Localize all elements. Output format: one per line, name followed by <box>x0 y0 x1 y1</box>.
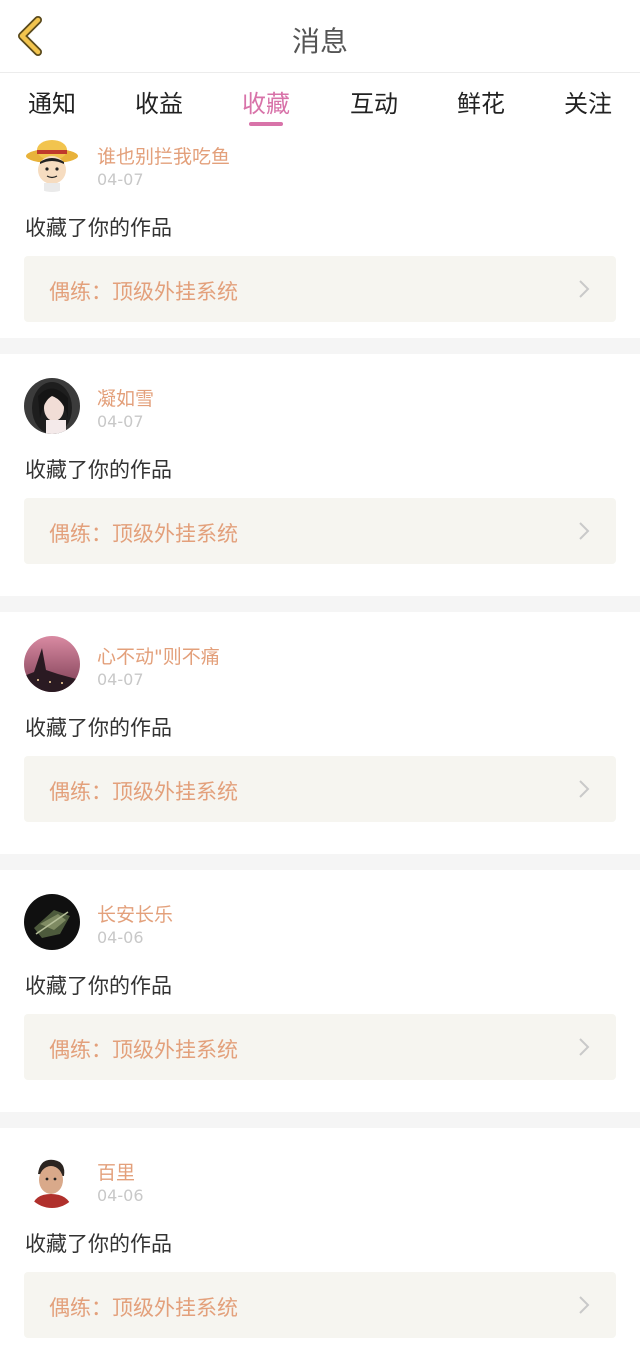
avatar[interactable] <box>24 894 80 950</box>
work-link[interactable]: 偶练：顶级外挂系统 <box>24 756 616 822</box>
tab-interactions[interactable]: 互动 <box>334 84 414 119</box>
tab-notifications[interactable]: 通知 <box>12 84 92 119</box>
timestamp: 04-06 <box>97 928 144 947</box>
username[interactable]: 心不动"则不痛 <box>97 642 220 669</box>
timestamp: 04-07 <box>97 170 144 189</box>
chevron-right-icon <box>579 1296 590 1314</box>
username[interactable]: 凝如雪 <box>97 384 154 411</box>
tab-following[interactable]: 关注 <box>548 84 628 119</box>
work-title: 偶练：顶级外挂系统 <box>49 1038 238 1062</box>
action-text: 收藏了你的作品 <box>25 216 172 240</box>
list-item: 百里 04-06 收藏了你的作品 偶练：顶级外挂系统 <box>0 1128 640 1370</box>
action-text: 收藏了你的作品 <box>25 458 172 482</box>
chevron-right-icon <box>579 522 590 540</box>
timestamp: 04-07 <box>97 670 144 689</box>
action-text: 收藏了你的作品 <box>25 974 172 998</box>
username[interactable]: 长安长乐 <box>97 900 173 927</box>
avatar[interactable] <box>24 636 80 692</box>
work-title: 偶练：顶级外挂系统 <box>49 280 238 304</box>
message-list: 谁也别拦我吃鱼 04-07 收藏了你的作品 偶练：顶级外挂系统 凝如雪 04-0… <box>0 130 640 1370</box>
tab-bar: 通知 收益 收藏 互动 鲜花 关注 <box>0 74 640 130</box>
work-link[interactable]: 偶练：顶级外挂系统 <box>24 498 616 564</box>
divider <box>0 596 640 612</box>
active-tab-indicator <box>249 122 283 126</box>
work-title: 偶练：顶级外挂系统 <box>49 1296 238 1320</box>
work-title: 偶练：顶级外挂系统 <box>49 780 238 804</box>
tab-flowers[interactable]: 鲜花 <box>441 84 521 119</box>
username[interactable]: 百里 <box>97 1158 135 1185</box>
top-bar: 消息 <box>0 0 640 73</box>
avatar[interactable] <box>24 1152 80 1208</box>
page-title: 消息 <box>291 25 348 58</box>
list-item: 谁也别拦我吃鱼 04-07 收藏了你的作品 偶练：顶级外挂系统 <box>0 130 640 338</box>
work-link[interactable]: 偶练：顶级外挂系统 <box>24 1014 616 1080</box>
chevron-right-icon <box>579 1038 590 1056</box>
timestamp: 04-06 <box>97 1186 144 1205</box>
divider <box>0 338 640 354</box>
work-title: 偶练：顶级外挂系统 <box>49 522 238 546</box>
list-item: 长安长乐 04-06 收藏了你的作品 偶练：顶级外挂系统 <box>0 870 640 1112</box>
timestamp: 04-07 <box>97 412 144 431</box>
action-text: 收藏了你的作品 <box>25 1232 172 1256</box>
tab-earnings[interactable]: 收益 <box>119 84 199 119</box>
tab-favorites[interactable]: 收藏 <box>226 84 306 119</box>
work-link[interactable]: 偶练：顶级外挂系统 <box>24 256 616 322</box>
chevron-right-icon <box>579 280 590 298</box>
work-link[interactable]: 偶练：顶级外挂系统 <box>24 1272 616 1338</box>
action-text: 收藏了你的作品 <box>25 716 172 740</box>
list-item: 心不动"则不痛 04-07 收藏了你的作品 偶练：顶级外挂系统 <box>0 612 640 854</box>
chevron-right-icon <box>579 780 590 798</box>
avatar[interactable] <box>24 136 80 192</box>
username[interactable]: 谁也别拦我吃鱼 <box>97 142 230 169</box>
avatar[interactable] <box>24 378 80 434</box>
divider <box>0 854 640 870</box>
list-item: 凝如雪 04-07 收藏了你的作品 偶练：顶级外挂系统 <box>0 354 640 596</box>
divider <box>0 1112 640 1128</box>
